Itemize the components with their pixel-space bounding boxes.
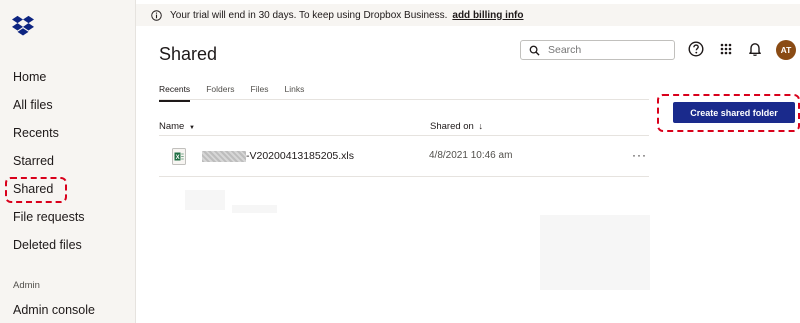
file-name[interactable]: -V20200413185205.xls <box>246 150 354 162</box>
sidebar-item-admin-console[interactable]: Admin console <box>13 303 95 317</box>
excel-file-icon: X <box>172 148 186 165</box>
background-artifact <box>540 215 650 290</box>
table-header-divider <box>159 135 649 136</box>
sidebar-section-admin: Admin <box>13 280 40 291</box>
sidebar-item-shared[interactable]: Shared <box>13 182 53 196</box>
table-row-divider <box>159 176 649 177</box>
trial-banner: Your trial will end in 30 days. To keep … <box>136 4 800 26</box>
sort-down-arrow-icon: ↓ <box>478 121 483 131</box>
column-header-name[interactable]: Name ▼ <box>159 121 195 132</box>
sort-caret-icon: ▼ <box>188 125 195 131</box>
trial-message: Your trial will end in 30 days. To keep … <box>170 9 448 21</box>
redacted-filename-block <box>202 151 246 162</box>
sidebar: Home All files Recents Starred Shared Fi… <box>0 0 136 323</box>
column-header-shared-on-label: Shared on <box>430 121 474 132</box>
background-artifact <box>185 190 225 210</box>
info-icon <box>151 9 162 21</box>
sidebar-item-starred[interactable]: Starred <box>13 154 54 168</box>
dropbox-logo-icon[interactable] <box>12 14 34 36</box>
sidebar-item-deleted-files[interactable]: Deleted files <box>13 238 82 252</box>
user-avatar[interactable]: AT <box>776 40 796 60</box>
search-icon <box>529 45 540 56</box>
sidebar-item-file-requests[interactable]: File requests <box>13 210 85 224</box>
help-icon[interactable] <box>688 41 704 57</box>
search-box[interactable] <box>520 40 675 60</box>
sidebar-item-all-files[interactable]: All files <box>13 98 53 112</box>
column-header-shared-on[interactable]: Shared on ↓ <box>430 121 483 132</box>
shared-on-date: 4/8/2021 10:46 am <box>429 150 513 161</box>
apps-grid-icon[interactable] <box>718 41 734 57</box>
sidebar-item-home[interactable]: Home <box>13 70 46 84</box>
search-input[interactable] <box>546 43 670 57</box>
svg-text:X: X <box>176 155 180 161</box>
sidebar-item-recents[interactable]: Recents <box>13 126 59 140</box>
tabs-divider <box>159 99 649 100</box>
column-header-name-label: Name <box>159 121 185 132</box>
background-artifact <box>232 205 277 213</box>
page-title: Shared <box>159 44 218 64</box>
notification-bell-icon[interactable] <box>747 41 763 57</box>
create-shared-folder-button[interactable]: Create shared folder <box>673 102 795 123</box>
add-billing-info-link[interactable]: add billing info <box>452 10 523 21</box>
more-options-button[interactable]: ··· <box>632 148 647 162</box>
